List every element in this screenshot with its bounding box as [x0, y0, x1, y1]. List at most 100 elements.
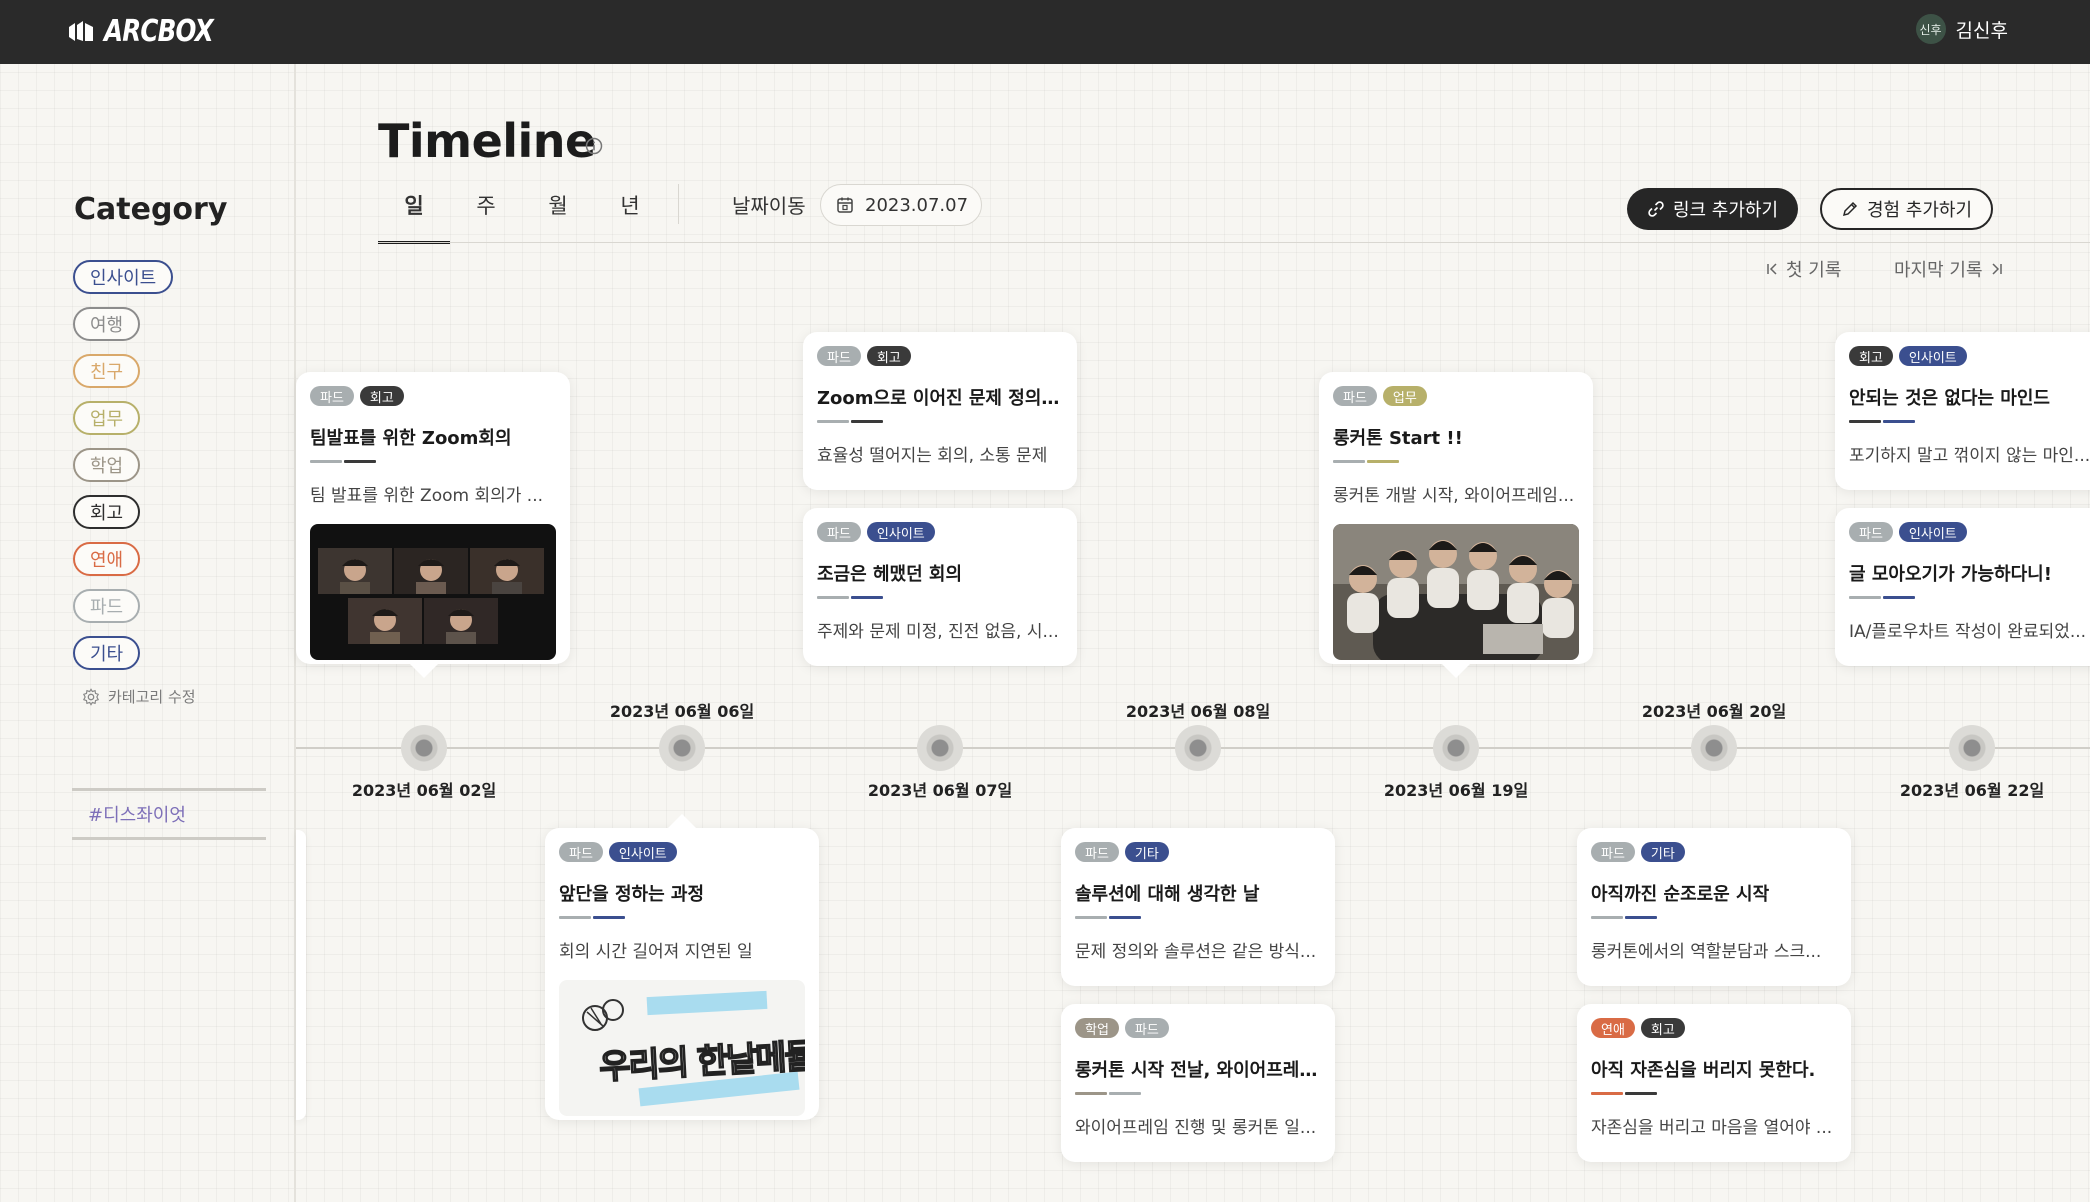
category-tag: 인사이트	[608, 842, 677, 862]
card-description: 문제 정의와 솔루션은 같은 방식...	[1075, 942, 1317, 962]
card-underline	[559, 916, 805, 919]
card-underline	[1075, 916, 1321, 919]
timeline-node[interactable]	[659, 725, 705, 771]
category-pill[interactable]: 친구	[73, 354, 141, 388]
timeline-card[interactable]: 회고 인사이트 안되는 것은 없다는 마인드 포기하지 말고 꺾이지 않는 마인...	[1835, 332, 2090, 490]
category-edit-button[interactable]: 카테고리 수정	[82, 686, 196, 707]
category-pill[interactable]: 업무	[73, 401, 141, 435]
card-pointer	[668, 814, 696, 828]
info-icon[interactable]	[584, 136, 604, 156]
card-tags: 파드 회고	[817, 346, 1063, 366]
timeline-card[interactable]: 파드 인사이트조금은 헤맸던 회의주제와 문제 미정, 진전 없음, 시...	[803, 508, 1077, 666]
category-pill[interactable]: 회고	[73, 495, 141, 529]
timeline-node[interactable]	[917, 725, 963, 771]
timeline-card[interactable]: 파드 회고 팀발표를 위한 Zoom회의 팀 발표를 위한 Zoom 회의가 ...	[296, 372, 570, 664]
card-description: 회의 시간 길어져 지연된 일	[559, 942, 753, 962]
category-tag: 인사이트	[1898, 522, 1967, 542]
last-record-button[interactable]: 마지막 기록	[1894, 256, 2003, 282]
timeline-node[interactable]	[1949, 725, 1995, 771]
logo-icon	[69, 20, 93, 41]
pencil-icon	[1842, 201, 1858, 217]
category-pill[interactable]: 기타	[73, 636, 141, 670]
category-pill[interactable]: 여행	[73, 307, 141, 341]
card-tags: 파드 기타	[1591, 842, 1837, 862]
tab-day[interactable]: 일	[378, 184, 450, 244]
category-tag: 파드	[1849, 522, 1893, 542]
logo[interactable]: ARCBOX	[66, 14, 237, 49]
timeline-card[interactable]: 파드 인사이트 글 모아오기가 가능하다니! IA/플로우차트 작성이 완료되었...	[1835, 508, 2090, 666]
card-tags: 연애 회고	[1591, 1018, 1837, 1038]
category-tag: 인사이트	[1898, 346, 1967, 366]
category-pill[interactable]: 연애	[73, 542, 141, 576]
first-record-button[interactable]: 첫 기록	[1766, 256, 1841, 282]
timeline-node[interactable]	[1433, 725, 1479, 771]
card-title: 팀발표를 위한 Zoom회의	[310, 428, 512, 449]
timeline-card[interactable]: 연애 회고아직 자존심을 버리지 못한다. 자존심을 버리고 마음을 열어야 ...	[1577, 1004, 1851, 1162]
tab-month[interactable]: 월	[522, 184, 594, 244]
timeline-card[interactable]: 학업 파드 롱커톤 시작 전날, 와이어프레임... 와이어프레임 진행 및 롱커톤 …	[1061, 1004, 1335, 1162]
category-tag: 회고	[866, 346, 911, 366]
category-tag: 파드	[817, 346, 861, 366]
card-underline	[1849, 420, 2090, 423]
timeline-node[interactable]	[1691, 725, 1737, 771]
date-value: 2023.07.07	[865, 194, 969, 216]
header-divider	[378, 242, 2090, 243]
add-link-button[interactable]: 링크 추가하기	[1627, 188, 1798, 230]
card-image	[1333, 524, 1579, 660]
chevron-first-icon	[1767, 263, 1777, 275]
card-title: 롱커톤 Start !!	[1333, 428, 1463, 449]
card-title: 조금은 헤맸던 회의	[817, 564, 963, 585]
timeline-card[interactable]: 파드 기타솔루션에 대해 생각한 날문제 정의와 솔루션은 같은 방식...	[1061, 828, 1335, 986]
card-tags: 파드 기타	[1075, 842, 1321, 862]
card-title: 앞단을 정하는 과정	[559, 884, 705, 905]
category-tag: 파드	[1075, 842, 1119, 862]
card-title: 아직 자존심을 버리지 못한다.	[1591, 1060, 1816, 1081]
tab-year[interactable]: 년	[594, 184, 666, 244]
card-description: 주제와 문제 미정, 진전 없음, 시...	[817, 622, 1059, 642]
timeline-card[interactable]: 파드 회고 Zoom으로 이어진 문제 정의 회의 효율성 떨어지는 회의, 소통 문…	[803, 332, 1077, 490]
timeline-card[interactable]: 파드 기타 아직까진 순조로운 시작 롱커톤에서의 역할분담과 스크...	[1577, 828, 1851, 986]
link-icon	[1648, 201, 1664, 217]
timeline-node[interactable]	[1175, 725, 1221, 771]
category-pill[interactable]: 인사이트	[73, 260, 174, 294]
timeline-card[interactable]: 파드 인사이트 앞단을 정하는 과정 회의 시간 길어져 지연된 일 우리의 한낱메듈	[545, 828, 819, 1120]
add-experience-button[interactable]: 경험 추가하기	[1820, 188, 1993, 230]
card-title: Zoom으로 이어진 문제 정의 회의	[817, 388, 1063, 409]
add-link-label: 링크 추가하기	[1672, 200, 1779, 221]
card-title: 솔루션에 대해 생각한 날	[1075, 884, 1260, 905]
card-underline	[1075, 1092, 1321, 1095]
category-tag: 파드	[559, 842, 603, 862]
category-tag: 회고	[1640, 1018, 1685, 1038]
card-underline	[817, 596, 1063, 599]
date-picker[interactable]: 2023.07.07	[820, 184, 982, 226]
tab-week[interactable]: 주	[450, 184, 522, 244]
category-pill[interactable]: 학업	[73, 448, 141, 482]
category-title: Category	[74, 192, 228, 227]
last-record-label: 마지막 기록	[1894, 260, 1983, 281]
card-description: 롱커톤 개발 시작, 와이어프레임...	[1333, 486, 1575, 506]
hashtag-item[interactable]: #디스좌이엇	[72, 788, 266, 840]
category-pill[interactable]: 파드	[73, 589, 141, 623]
card-description: 와이어프레임 진행 및 롱커톤 일...	[1075, 1118, 1317, 1138]
category-tag: 파드	[1591, 842, 1635, 862]
top-bar: ARCBOX 신후 김신후	[0, 0, 2090, 64]
card-pointer	[1442, 664, 1470, 678]
card-description: 포기하지 말고 꺾이지 않는 마인...	[1849, 446, 2090, 466]
timeline-node[interactable]	[401, 725, 447, 771]
category-tag: 인사이트	[866, 522, 935, 542]
category-tag: 파드	[817, 522, 861, 542]
timeline-date: 2023년 06월 20일	[1641, 702, 1787, 721]
category-tag: 회고	[359, 386, 404, 406]
user-menu[interactable]: 신후 김신후	[1915, 14, 2008, 44]
card-title: 아직까진 순조로운 시작	[1591, 884, 1770, 905]
tab-divider	[678, 184, 679, 224]
card-description: 자존심을 버리고 마음을 열어야 ...	[1591, 1118, 1833, 1138]
card-description: 팀 발표를 위한 Zoom 회의가 ...	[310, 486, 543, 506]
timeline-card[interactable]: 파드 업무 롱커톤 Start !! 롱커톤 개발 시작, 와이어프레임...	[1319, 372, 1593, 664]
card-pointer	[410, 664, 438, 678]
card-title: 안되는 것은 없다는 마인드	[1849, 388, 2050, 409]
card-underline	[1591, 1092, 1837, 1095]
category-tag: 업무	[1382, 386, 1427, 406]
timeline-date: 2023년 06월 22일	[1899, 781, 2045, 800]
category-list: 인사이트여행친구업무학업회고연애파드기타	[73, 260, 174, 670]
